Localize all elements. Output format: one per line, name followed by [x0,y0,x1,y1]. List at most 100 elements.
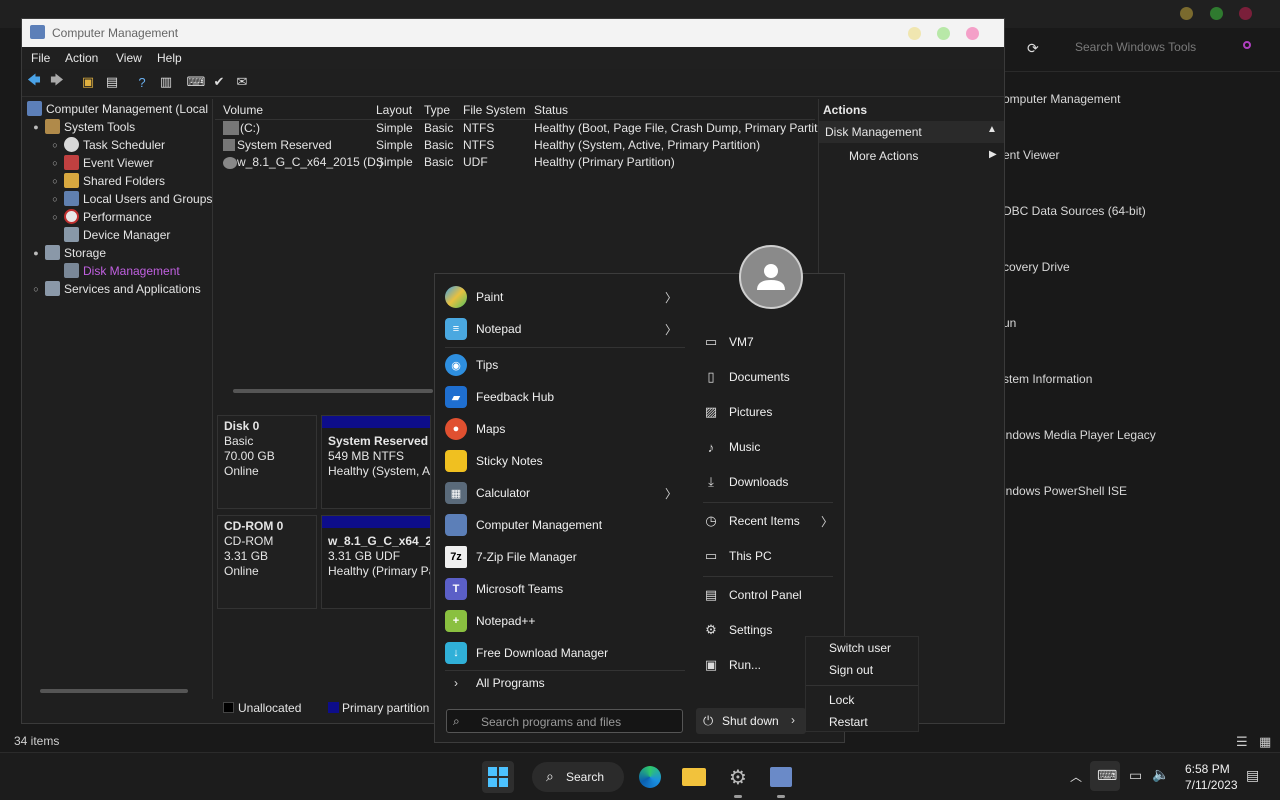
chevron-right-icon[interactable]: 〉 [665,485,677,502]
tools-item[interactable]: indows Media Player Legacy [1003,428,1156,442]
tree-item-performance[interactable]: ○ Performance [50,209,152,224]
place-control-panel[interactable]: ▤ Control Panel [703,580,835,610]
minimize-dot-icon[interactable] [908,27,921,40]
tree-item-computer-management[interactable]: Computer Management (Local [27,101,208,116]
chevron-right-icon[interactable]: 〉 [665,289,677,306]
keyboard-button[interactable]: ⌨ [1090,761,1120,791]
place-recent-items[interactable]: ◷ Recent Items 〉 [703,506,835,536]
show-tree-icon[interactable]: ▤ [104,74,120,90]
all-programs[interactable]: › All Programs [445,668,685,698]
app-computer-management[interactable]: Computer Management [445,510,685,540]
tools-item[interactable]: omputer Management [1003,92,1120,106]
maximize-dot-icon[interactable] [1210,7,1223,20]
export-list-icon[interactable]: ✉ [234,74,250,90]
tree-scrollbar[interactable] [40,689,188,693]
actions-section-disk-management[interactable]: Disk Management ▲ [819,121,1004,143]
tree-item-event-viewer[interactable]: ○ Event Viewer [50,155,153,170]
avatar[interactable] [739,245,803,309]
close-dot-icon[interactable] [966,27,979,40]
start-button[interactable] [482,761,514,793]
restart-item[interactable]: Restart [829,715,868,729]
details-view-icon[interactable]: ☰ [1236,734,1248,750]
tree-item-local-users[interactable]: ○ Local Users and Groups [50,191,212,206]
menu-view[interactable]: View [116,51,142,65]
tools-item[interactable]: un [1003,316,1016,330]
column-header-file-system[interactable]: File System [463,103,526,117]
cdrom-0-label[interactable]: CD-ROM 0 CD-ROM 3.31 GB Online [217,515,317,609]
place-music[interactable]: ♪ Music [703,432,835,462]
menu-action[interactable]: Action [65,51,98,65]
back-arrow-icon[interactable]: 🡄 [26,72,42,90]
title-bar[interactable]: Computer Management [22,19,1004,47]
help-icon[interactable]: ? [134,74,150,90]
place-documents[interactable]: ▯ Documents [703,362,835,392]
start-search-input[interactable]: ⌕ Search programs and files [446,709,683,733]
place-vm7[interactable]: ▭ VM7 [703,327,835,357]
place-this-pc[interactable]: ▭ This PC [703,541,835,571]
minimize-dot-icon[interactable] [1180,7,1193,20]
app-calculator[interactable]: ▦ Calculator 〉 [445,478,685,508]
more-actions[interactable]: More Actions [849,149,918,163]
taskbar-search-button[interactable]: ⌕ Search [532,762,624,792]
tree-item-storage[interactable]: ● Storage [31,245,106,260]
app-notepad[interactable]: ≡ Notepad 〉 [445,314,685,344]
tree-item-device-manager[interactable]: Device Manager [64,227,170,242]
up-folder-icon[interactable]: ▣ [80,74,96,90]
column-header-volume[interactable]: Volume [223,103,263,117]
clock-date[interactable]: 7/11/2023 [1185,778,1238,792]
tree-item-system-tools[interactable]: ● System Tools [31,119,135,134]
forward-arrow-icon[interactable]: 🡆 [49,72,65,90]
app-feedback-hub[interactable]: ▰ Feedback Hub [445,382,685,412]
file-explorer-button[interactable] [678,761,710,793]
clock-time[interactable]: 6:58 PM [1185,762,1230,776]
settings-app-button[interactable]: ⚙ [722,761,754,793]
column-header-status[interactable]: Status [534,103,568,117]
edge-button[interactable] [634,761,666,793]
tree-item-task-scheduler[interactable]: ○ Task Scheduler [50,137,165,152]
shut-down-button[interactable]: ⏻ Shut down › [696,708,806,734]
switch-user-item[interactable]: Switch user [829,641,891,655]
disk-0-label[interactable]: Disk 0 Basic 70.00 GB Online [217,415,317,509]
app-sticky-notes[interactable]: Sticky Notes [445,446,685,476]
tools-item[interactable]: ent Viewer [1003,148,1059,162]
close-dot-icon[interactable] [1239,7,1252,20]
connect-icon[interactable]: ⌨ [187,74,206,90]
menu-help[interactable]: Help [157,51,182,65]
volume-name[interactable]: w_8.1_G_C_x64_2015 (D:) [237,155,383,169]
maximize-dot-icon[interactable] [937,27,950,40]
tree-item-shared-folders[interactable]: ○ Shared Folders [50,173,165,188]
tools-item[interactable]: stem Information [1003,372,1092,386]
refresh-icon[interactable]: ⟳ [1027,40,1039,57]
app-notepad-plus-plus[interactable]: + Notepad++ [445,606,685,636]
tools-item[interactable]: DBC Data Sources (64-bit) [1003,204,1146,218]
volume-icon[interactable]: 🔈 [1152,766,1169,783]
collapse-icon[interactable]: ▲ [987,124,997,135]
app-7zip[interactable]: 7z 7-Zip File Manager [445,542,685,572]
properties-icon[interactable]: ▥ [158,74,174,90]
sign-out-item[interactable]: Sign out [829,663,873,677]
app-free-download-manager[interactable]: ↓ Free Download Manager [445,638,685,668]
partition-system-reserved[interactable]: System Reserved 549 MB NTFS Healthy (Sys… [321,415,431,509]
volume-name[interactable]: (C:) [240,121,260,135]
chevron-up-icon[interactable]: ︿ [1070,768,1082,785]
tree-item-services-applications[interactable]: ○ Services and Applications [31,281,201,296]
volume-list-scrollbar[interactable] [233,389,433,393]
volume-name[interactable]: System Reserved [237,138,332,152]
app-microsoft-teams[interactable]: T Microsoft Teams [445,574,685,604]
windows-tools-search[interactable]: Search Windows Tools [1075,40,1196,54]
partition-cdrom[interactable]: w_8.1_G_C_x64_201 3.31 GB UDF Healthy (P… [321,515,431,609]
check-icon[interactable]: ✔ [211,74,227,90]
app-maps[interactable]: ● Maps [445,414,685,444]
computer-management-taskbar-button[interactable] [765,761,797,793]
tools-item[interactable]: covery Drive [1003,260,1070,274]
tiles-view-icon[interactable]: ▦ [1259,734,1271,750]
place-pictures[interactable]: ▨ Pictures [703,397,835,427]
network-icon[interactable]: ▭ [1129,767,1142,784]
menu-file[interactable]: File [31,51,50,65]
app-paint[interactable]: Paint 〉 [445,282,685,312]
column-header-layout[interactable]: Layout [376,103,412,117]
notification-icon[interactable]: ▤ [1246,767,1259,784]
lock-item[interactable]: Lock [829,693,854,707]
chevron-right-icon[interactable]: 〉 [821,513,833,530]
app-tips[interactable]: ◉ Tips [445,350,685,380]
